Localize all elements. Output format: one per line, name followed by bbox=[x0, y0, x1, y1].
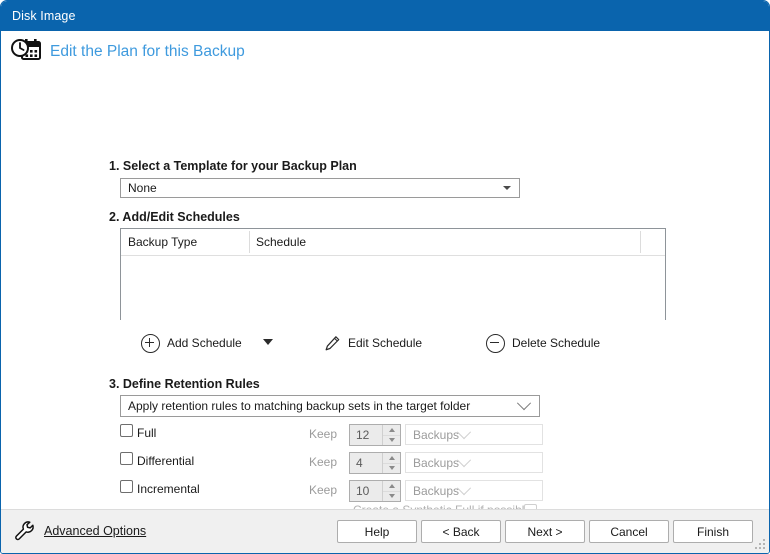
retention-row-differential: Differential Keep 4 Backups bbox=[120, 452, 543, 476]
step-3-label: 3. Define Retention Rules bbox=[109, 377, 260, 391]
dialog-window: Disk Image Edit the Plan for this Backup bbox=[0, 0, 770, 554]
wrench-icon bbox=[13, 519, 37, 543]
finish-button[interactable]: Finish bbox=[673, 520, 753, 543]
chevron-down-icon bbox=[516, 396, 532, 411]
pencil-icon bbox=[324, 335, 341, 352]
step-2-label: 2. Add/Edit Schedules bbox=[109, 210, 240, 224]
retention-scope-value: Apply retention rules to matching backup… bbox=[128, 399, 471, 413]
incremental-keep-stepper[interactable]: 10 bbox=[349, 480, 401, 502]
differential-checkbox[interactable] bbox=[120, 452, 133, 465]
differential-keep-value: 4 bbox=[356, 456, 363, 470]
schedules-table-body bbox=[121, 256, 665, 320]
column-header-backup-type[interactable]: Backup Type bbox=[121, 229, 249, 255]
window-title: Disk Image bbox=[12, 9, 76, 23]
edit-schedule-button[interactable]: Edit Schedule bbox=[324, 329, 422, 357]
keep-label-full: Keep bbox=[309, 427, 338, 441]
cancel-button[interactable]: Cancel bbox=[589, 520, 669, 543]
column-header-schedule[interactable]: Schedule bbox=[249, 229, 637, 255]
retention-row-incremental: Incremental Keep 10 Backups bbox=[120, 480, 543, 504]
delete-schedule-label: Delete Schedule bbox=[512, 336, 601, 350]
delete-schedule-button[interactable]: Delete Schedule bbox=[486, 329, 600, 357]
chevron-down-icon bbox=[456, 424, 472, 439]
stepper-down-icon[interactable] bbox=[383, 462, 400, 473]
differential-label: Differential bbox=[137, 454, 195, 468]
full-checkbox[interactable] bbox=[120, 424, 133, 437]
advanced-options-label: Advanced Options bbox=[44, 524, 147, 538]
stepper-down-icon[interactable] bbox=[383, 490, 400, 501]
template-select[interactable]: None bbox=[120, 178, 520, 198]
schedules-table[interactable]: Backup Type Schedule bbox=[120, 228, 666, 320]
differential-keep-stepper-buttons[interactable] bbox=[382, 453, 400, 473]
stepper-up-icon[interactable] bbox=[383, 425, 400, 435]
circle-minus-icon bbox=[486, 333, 505, 353]
add-schedule-label: Add Schedule bbox=[167, 336, 242, 350]
stepper-down-icon[interactable] bbox=[383, 434, 400, 445]
title-bar: Disk Image bbox=[1, 1, 769, 31]
incremental-keep-value: 10 bbox=[356, 484, 370, 498]
incremental-unit-select[interactable]: Backups bbox=[405, 480, 543, 501]
clock-calendar-icon bbox=[10, 37, 42, 67]
back-button[interactable]: < Back bbox=[421, 520, 501, 543]
incremental-checkbox[interactable] bbox=[120, 480, 133, 493]
full-unit-select[interactable]: Backups bbox=[405, 424, 543, 445]
template-select-value: None bbox=[128, 181, 157, 195]
full-label: Full bbox=[137, 426, 157, 440]
chevron-down-icon bbox=[456, 452, 472, 467]
incremental-label: Incremental bbox=[137, 482, 200, 496]
step-1-label: 1. Select a Template for your Backup Pla… bbox=[109, 159, 357, 173]
keep-label-incremental: Keep bbox=[309, 483, 338, 497]
next-button[interactable]: Next > bbox=[505, 520, 585, 543]
full-keep-stepper[interactable]: 12 bbox=[349, 424, 401, 446]
edit-schedule-label: Edit Schedule bbox=[348, 336, 423, 350]
chevron-down-icon bbox=[456, 480, 472, 495]
caret-down-icon bbox=[503, 186, 511, 190]
full-keep-stepper-buttons[interactable] bbox=[382, 425, 400, 445]
incremental-unit-value: Backups bbox=[413, 483, 460, 498]
incremental-keep-stepper-buttons[interactable] bbox=[382, 481, 400, 501]
add-schedule-dropdown-caret-down-icon[interactable] bbox=[263, 339, 273, 345]
column-divider bbox=[249, 231, 250, 253]
dialog-header: Edit the Plan for this Backup bbox=[1, 31, 769, 73]
keep-label-differential: Keep bbox=[309, 455, 338, 469]
stepper-up-icon[interactable] bbox=[383, 453, 400, 463]
full-unit-value: Backups bbox=[413, 427, 460, 442]
full-keep-value: 12 bbox=[356, 428, 370, 442]
schedules-table-header: Backup Type Schedule bbox=[121, 229, 665, 256]
dialog-footer: Advanced Options Help < Back Next > Canc… bbox=[1, 509, 769, 553]
stepper-up-icon[interactable] bbox=[383, 481, 400, 491]
column-divider bbox=[640, 231, 641, 253]
retention-scope-select[interactable]: Apply retention rules to matching backup… bbox=[120, 395, 540, 417]
retention-row-full: Full Keep 12 Backups bbox=[120, 424, 543, 448]
help-button[interactable]: Help bbox=[337, 520, 417, 543]
differential-unit-value: Backups bbox=[413, 455, 460, 470]
circle-plus-icon bbox=[141, 333, 160, 353]
differential-keep-stepper[interactable]: 4 bbox=[349, 452, 401, 474]
add-schedule-button[interactable]: Add Schedule bbox=[141, 329, 242, 357]
page-title: Edit the Plan for this Backup bbox=[50, 43, 245, 60]
advanced-options-link[interactable]: Advanced Options bbox=[13, 519, 146, 543]
resize-grip[interactable] bbox=[755, 539, 766, 550]
dialog-content: 1. Select a Template for your Backup Pla… bbox=[1, 73, 769, 553]
differential-unit-select[interactable]: Backups bbox=[405, 452, 543, 473]
